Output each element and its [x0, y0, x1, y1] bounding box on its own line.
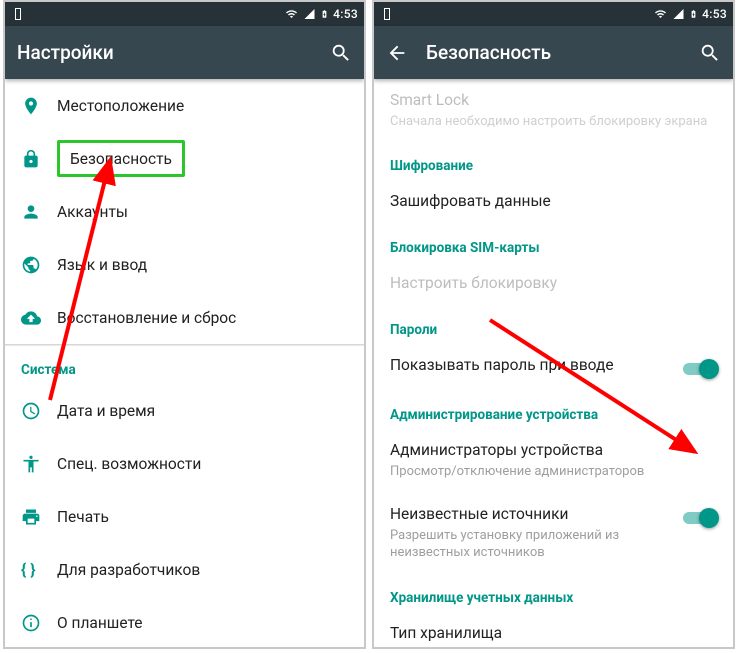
arrow-back-icon	[386, 42, 408, 64]
settings-item-print[interactable]: Печать	[5, 490, 364, 543]
item-title: Настроить блокировку	[390, 273, 717, 294]
item-smart-lock: Smart Lock Сначала необходимо настроить …	[374, 79, 733, 142]
back-button[interactable]	[386, 42, 408, 64]
status-bar: 4:53	[374, 2, 733, 26]
globe-icon	[21, 255, 57, 275]
settings-item-label: О планшете	[57, 614, 143, 632]
category-device-admin: Администрирование устройства	[374, 391, 733, 429]
status-time: 4:53	[333, 7, 358, 21]
settings-item-backup[interactable]: Восстановление и сброс	[5, 291, 364, 344]
category-system: Система	[5, 346, 364, 384]
info-icon	[21, 613, 57, 633]
settings-item-label: Для разработчиков	[57, 561, 200, 579]
settings-item-language[interactable]: Язык и ввод	[5, 238, 364, 291]
page-title: Безопасность	[426, 41, 681, 64]
category-encryption: Шифрование	[374, 142, 733, 180]
notification-indicator	[15, 8, 21, 20]
settings-item-datetime[interactable]: Дата и время	[5, 384, 364, 437]
settings-item-label: Местоположение	[57, 97, 184, 115]
item-title: Администраторы устройства	[390, 440, 717, 461]
search-icon	[699, 42, 721, 64]
signal-icon	[303, 8, 316, 20]
search-button[interactable]	[699, 42, 721, 64]
account-icon	[21, 202, 57, 222]
notification-indicator	[384, 8, 390, 20]
item-subtitle: Сначала необходимо настроить блокировку …	[390, 113, 717, 131]
item-subtitle: Разрешить установку приложений из неизве…	[390, 527, 675, 562]
wifi-icon	[284, 8, 299, 20]
braces-icon: { }	[21, 560, 57, 579]
settings-screen: 4:53 Настройки Местоположение Безопаснос…	[3, 0, 366, 649]
settings-item-label: Спец. возможности	[57, 455, 201, 473]
item-unknown-sources[interactable]: Неизвестные источники Разрешить установк…	[374, 493, 733, 574]
item-show-password[interactable]: Показывать пароль при вводе	[374, 344, 733, 391]
category-passwords: Пароли	[374, 306, 733, 344]
appbar: Безопасность	[374, 26, 733, 79]
item-title: Smart Lock	[390, 90, 717, 111]
item-title: Тип хранилища	[390, 623, 717, 644]
item-subtitle: Только программное	[390, 646, 717, 647]
appbar: Настройки	[5, 26, 364, 79]
status-bar: 4:53	[5, 2, 364, 26]
settings-item-accounts[interactable]: Аккаунты	[5, 185, 364, 238]
settings-item-developer[interactable]: { } Для разработчиков	[5, 543, 364, 596]
accessibility-icon	[21, 454, 57, 474]
settings-item-label: Дата и время	[57, 402, 155, 420]
settings-item-label: Язык и ввод	[57, 256, 147, 274]
settings-item-label: Аккаунты	[57, 203, 128, 221]
security-screen: 4:53 Безопасность Smart Lock Сначала нео…	[372, 0, 735, 649]
settings-item-about[interactable]: О планшете	[5, 596, 364, 647]
search-icon	[330, 42, 352, 64]
backup-icon	[21, 308, 57, 328]
battery-charging-icon	[689, 7, 698, 21]
item-title: Зашифровать данные	[390, 191, 717, 212]
search-button[interactable]	[330, 42, 352, 64]
unknown-sources-toggle[interactable]	[683, 508, 717, 528]
category-sim-lock: Блокировка SIM-карты	[374, 224, 733, 262]
status-time: 4:53	[702, 7, 727, 21]
settings-item-label: Безопасность	[70, 150, 172, 168]
item-title: Неизвестные источники	[390, 504, 675, 525]
clock-icon	[21, 401, 57, 421]
signal-icon	[672, 8, 685, 20]
item-encrypt-data[interactable]: Зашифровать данные	[374, 180, 733, 224]
print-icon	[21, 507, 57, 527]
settings-item-accessibility[interactable]: Спец. возможности	[5, 437, 364, 490]
wifi-icon	[653, 8, 668, 20]
settings-item-label: Печать	[57, 508, 109, 526]
settings-item-label: Восстановление и сброс	[57, 309, 236, 327]
item-device-admins[interactable]: Администраторы устройства Просмотр/отклю…	[374, 429, 733, 492]
battery-charging-icon	[320, 7, 329, 21]
lock-icon	[21, 149, 57, 169]
settings-item-location[interactable]: Местоположение	[5, 79, 364, 132]
settings-item-security[interactable]: Безопасность	[5, 132, 364, 185]
show-password-toggle[interactable]	[683, 359, 717, 379]
item-storage-type[interactable]: Тип хранилища Только программное	[374, 612, 733, 647]
item-sim-lock: Настроить блокировку	[374, 262, 733, 306]
item-subtitle: Просмотр/отключение администраторов	[390, 463, 717, 481]
settings-list: Местоположение Безопасность Аккаунты Язы…	[5, 79, 364, 647]
security-list: Smart Lock Сначала необходимо настроить …	[374, 79, 733, 647]
location-icon	[21, 96, 57, 116]
item-title: Показывать пароль при вводе	[390, 355, 675, 376]
page-title: Настройки	[17, 41, 312, 64]
category-credential-storage: Хранилище учетных данных	[374, 574, 733, 612]
